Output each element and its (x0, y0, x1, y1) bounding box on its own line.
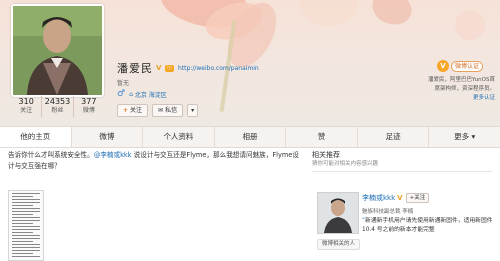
stat-fans-label: 粉丝 (51, 107, 64, 114)
post-mention-link[interactable]: @李楠或kkk (94, 151, 132, 159)
related-user-header: 李楠或kkk V +关注 (362, 193, 430, 203)
cover-petal (455, 10, 485, 40)
message-button-label: 私信 (165, 107, 178, 114)
cover-petal (300, 0, 358, 26)
follow-button[interactable]: + 关注 (117, 104, 149, 117)
profile-location: ♂ ⌂ 北京 海淀区 (117, 89, 167, 99)
location-text[interactable]: 北京 海淀区 (135, 90, 167, 99)
profile-tabs: 他的主页 微博 个人资料 相册 赞 足迹 更多 ▾ (0, 126, 500, 148)
related-panel: 相关推荐 猜你可能对相关内容感兴趣 李楠或kkk V +关注 魅族科技副总裁 李… (312, 150, 494, 259)
tab-footprints[interactable]: 足迹 (358, 127, 430, 147)
profile-intro: 暂无 (117, 80, 130, 87)
related-follow-button[interactable]: +关注 (405, 193, 430, 203)
verification-desc-line2: 席架构师，资深程序员。 (434, 86, 495, 92)
profile-header: 潘爱民 V ⓥ http://weibo.com/panaimin (117, 60, 259, 76)
more-verification-link[interactable]: 更多认证 (415, 94, 495, 103)
tab-likes[interactable]: 赞 (286, 127, 358, 147)
related-title: 相关推荐 (312, 151, 340, 159)
profile-stats: 310 关注 24353 粉丝 377 微博 (11, 96, 104, 118)
related-user-desc: 魅族科技副总裁 李楠 (362, 209, 414, 215)
verification-description: 潘爱民，阿里巴巴YunOS首 席架构师，资深程序员。 更多认证 (415, 76, 495, 103)
chevron-down-icon: ▾ (191, 107, 195, 114)
stat-posts[interactable]: 377 微博 (74, 96, 104, 118)
cover-petal (367, 0, 417, 30)
post-text-prefix: 告诉你什么才叫系统安全性。 (8, 151, 94, 159)
related-user-name[interactable]: 李楠或kkk (362, 193, 395, 203)
avatar-photo (13, 6, 102, 95)
stat-fans-count: 24353 (44, 97, 71, 106)
related-subtitle: 猜你可能对相关内容感兴趣 (312, 161, 379, 167)
verification-badge[interactable]: V 微博认证 (437, 60, 484, 72)
plus-icon: + (123, 107, 129, 114)
vip-badge[interactable]: ⓥ (165, 64, 175, 72)
related-user-post-text: 新通新手机用户请先使用新通新固件，适用新固件 10.4 号之前的新本才能完整 (362, 218, 493, 233)
verified-v-icon: V (437, 60, 449, 72)
related-footer-link[interactable]: 微博相关的人 (317, 239, 361, 250)
more-actions-button[interactable]: ▾ (187, 104, 199, 117)
divider (312, 171, 492, 172)
stat-fans[interactable]: 24353 粉丝 (42, 96, 74, 118)
related-user-post: “新通新手机用户请先使用新通新固件，适用新固件 10.4 号之前的新本才能完整 (362, 217, 494, 235)
post-text: 告诉你什么才叫系统安全性。@李楠或kkk 说设计与交互还是Flyme，那么我想请… (8, 150, 304, 172)
verified-v-icon: V (397, 194, 403, 202)
verification-label: 微博认证 (451, 60, 484, 72)
tab-albums[interactable]: 相册 (215, 127, 287, 147)
profile-name: 潘爱民 (117, 62, 153, 75)
related-user-avatar[interactable] (317, 192, 359, 234)
male-gender-icon: ♂ (117, 89, 126, 99)
avatar[interactable] (11, 4, 104, 97)
tab-profile-info[interactable]: 个人资料 (143, 127, 215, 147)
stat-following-count: 310 (18, 97, 34, 106)
post-image-thumbnail[interactable] (8, 190, 44, 261)
follow-button-label: 关注 (130, 107, 143, 114)
location-pin-icon: ⌂ (129, 90, 133, 98)
verified-v-icon[interactable]: V (156, 64, 164, 72)
tab-weibo[interactable]: 微博 (72, 127, 144, 147)
message-button[interactable]: ✉ 私信 (152, 104, 184, 117)
stat-following-label: 关注 (20, 107, 33, 114)
stat-following[interactable]: 310 关注 (11, 96, 43, 118)
profile-actions: + 关注 ✉ 私信 ▾ (117, 104, 202, 117)
tab-more[interactable]: 更多 ▾ (429, 127, 500, 147)
stat-posts-label: 微博 (82, 107, 95, 114)
tab-home[interactable]: 他的主页 (0, 127, 72, 147)
stat-posts-count: 377 (81, 97, 97, 106)
envelope-icon: ✉ (158, 107, 164, 114)
homepage-link[interactable]: http://weibo.com/panaimin (178, 65, 259, 72)
verification-desc-line1: 潘爱民，阿里巴巴YunOS首 (427, 77, 495, 83)
related-user-photo (318, 193, 358, 233)
